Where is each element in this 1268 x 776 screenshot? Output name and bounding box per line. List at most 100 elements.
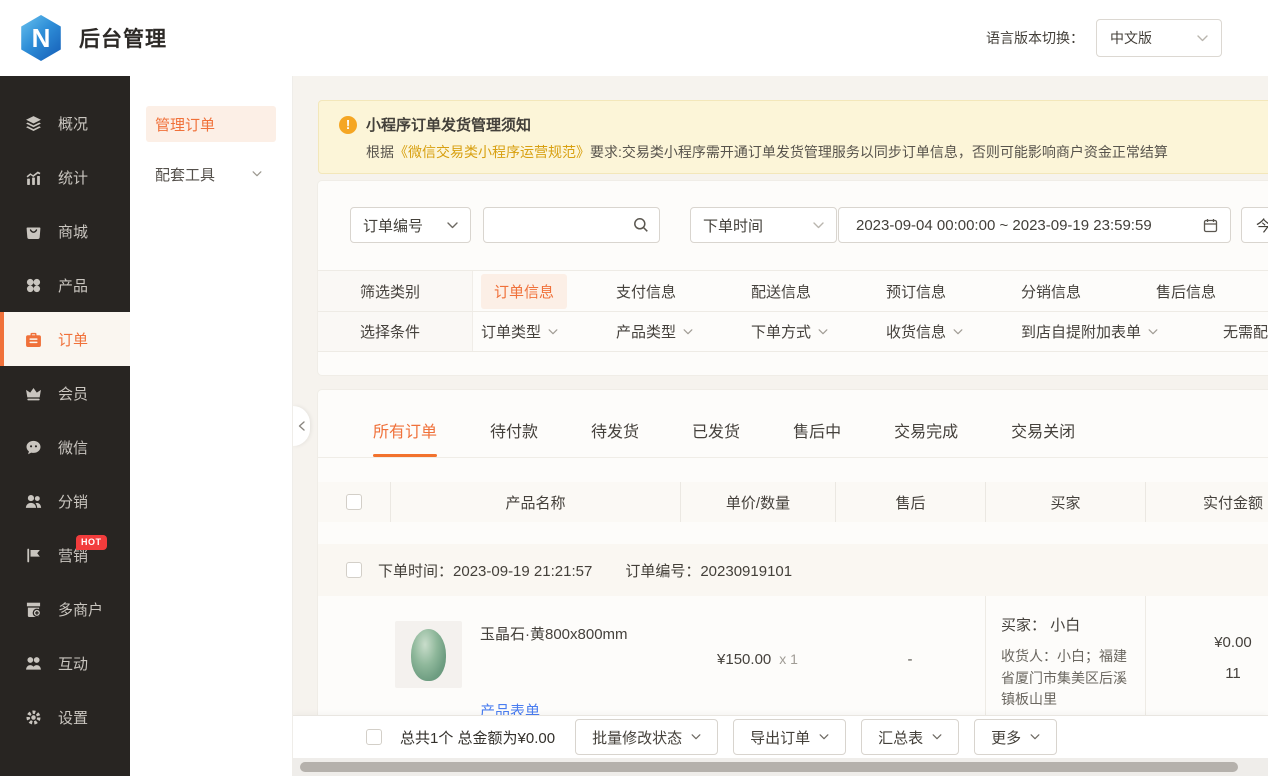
tab-pending-payment[interactable]: 待付款 <box>490 408 538 457</box>
sidebar-item-mall[interactable]: 商城 <box>0 204 130 258</box>
sidebar-collapse-handle[interactable] <box>293 406 310 446</box>
sidebar-item-distribution[interactable]: 分销 <box>0 474 130 528</box>
tab-pending-shipment[interactable]: 待发货 <box>591 408 639 457</box>
sidebar-item-product[interactable]: 产品 <box>0 258 130 312</box>
condition-product-type[interactable]: 产品类型 <box>616 321 693 342</box>
chevron-down-icon <box>1197 35 1208 42</box>
batch-status-button[interactable]: 批量修改状态 <box>575 719 718 755</box>
tab-all-orders[interactable]: 所有订单 <box>373 408 437 457</box>
column-product-name: 产品名称 <box>390 482 680 522</box>
category-delivery-info[interactable]: 配送信息 <box>751 281 811 302</box>
category-booking-info[interactable]: 预订信息 <box>886 281 946 302</box>
language-select-value: 中文版 <box>1110 28 1152 48</box>
product-image[interactable] <box>395 621 462 688</box>
paid-secondary: 11 <box>1146 665 1268 682</box>
sidebar-item-member[interactable]: 会员 <box>0 366 130 420</box>
filter-category-label: 筛选类别 <box>318 271 473 311</box>
tab-closed[interactable]: 交易关闭 <box>1011 408 1075 457</box>
main-content: ! 小程序订单发货管理须知 根据《微信交易类小程序运营规范》要求:交易类小程序需… <box>293 76 1268 776</box>
unit-price: ¥150.00 <box>717 651 771 668</box>
language-select[interactable]: 中文版 <box>1096 19 1222 57</box>
app-root: N 后台管理 语言版本切换： 中文版 概况 统计 商城 产品 <box>0 0 1268 776</box>
column-buyer: 买家 <box>985 482 1145 522</box>
sidebar-item-settings[interactable]: 设置 <box>0 690 130 744</box>
order-number: 订单编号：20230919101 <box>625 560 792 581</box>
sidebar-item-orders[interactable]: 订单 <box>0 312 130 366</box>
horizontal-scrollbar[interactable] <box>293 758 1268 776</box>
sidebar-item-overview[interactable]: 概况 <box>0 96 130 150</box>
category-aftersale-info[interactable]: 售后信息 <box>1156 281 1216 302</box>
search-toolbar: 订单编号 下单时间 2023-09-04 00:00:00 ~ 2023-09-… <box>318 181 1268 243</box>
table-header: 产品名称 单价/数量 售后 买家 实付金额 <box>318 482 1268 522</box>
sidebar-item-label: 微信 <box>58 437 88 458</box>
condition-no-delivery[interactable]: 无需配送 <box>1223 321 1268 342</box>
category-distribution-info[interactable]: 分销信息 <box>1021 281 1081 302</box>
buyer-label: 买家： <box>1001 617 1046 634</box>
column-unit-price-qty: 单价/数量 <box>680 482 835 522</box>
search-type-select[interactable]: 订单编号 <box>350 207 471 243</box>
buyer-name: 小白 <box>1050 617 1080 634</box>
sidebar-item-label: 分销 <box>58 491 88 512</box>
order-meta-row: 下单时间：2023-09-19 21:21:57 订单编号：2023091910… <box>318 544 1268 596</box>
sidebar-item-label: 会员 <box>58 383 88 404</box>
search-input-wrap <box>483 207 660 243</box>
sidebar-item-label: 统计 <box>58 167 88 188</box>
chevron-down-icon <box>818 329 828 335</box>
group-icon <box>25 655 42 672</box>
clover-icon <box>25 277 42 294</box>
scrollbar-thumb[interactable] <box>300 762 1238 772</box>
condition-order-type[interactable]: 订单类型 <box>481 321 558 342</box>
sidebar-item-label: 订单 <box>58 329 88 350</box>
tab-shipped[interactable]: 已发货 <box>692 408 740 457</box>
select-all-checkbox[interactable] <box>346 494 362 510</box>
category-order-info[interactable]: 订单信息 <box>481 274 567 309</box>
condition-receiver-info[interactable]: 收货信息 <box>886 321 963 342</box>
notice-spec-link[interactable]: 《微信交易类小程序运营规范》 <box>394 144 590 160</box>
notice-body-suffix: 要求:交易类小程序需开通订单发货管理服务以同步订单信息，否则可能影响商户资金正常… <box>590 144 1168 160</box>
chevron-down-icon <box>1148 329 1158 335</box>
tab-completed[interactable]: 交易完成 <box>894 408 958 457</box>
today-quick-button[interactable]: 今 <box>1241 207 1268 243</box>
stats-icon <box>25 169 42 186</box>
crown-icon <box>25 385 42 402</box>
wechat-icon <box>25 439 42 456</box>
quantity: x 1 <box>779 651 798 667</box>
jade-pendant-image <box>411 629 446 681</box>
calendar-icon <box>1203 218 1218 237</box>
chevron-down-icon <box>691 734 701 740</box>
layers-icon <box>25 115 42 132</box>
summary-table-button[interactable]: 汇总表 <box>861 719 959 755</box>
order-row-checkbox[interactable] <box>346 562 362 578</box>
language-label: 语言版本切换： <box>986 28 1084 48</box>
sidebar-item-interaction[interactable]: 互动 <box>0 636 130 690</box>
search-icon[interactable] <box>633 217 649 238</box>
sidebar-item-stats[interactable]: 统计 <box>0 150 130 204</box>
condition-order-method[interactable]: 下单方式 <box>751 321 828 342</box>
page-title: 后台管理 <box>79 23 167 53</box>
filter-card: 订单编号 下单时间 2023-09-04 00:00:00 ~ 2023-09-… <box>318 181 1268 375</box>
date-range-value: 2023-09-04 00:00:00 ~ 2023-09-19 23:59:5… <box>856 217 1152 234</box>
sidebar-item-multimerchant[interactable]: 多商户 <box>0 582 130 636</box>
sidebar-item-label: 设置 <box>58 707 88 728</box>
export-orders-button[interactable]: 导出订单 <box>733 719 846 755</box>
filter-category-row: 筛选类别 订单信息 支付信息 配送信息 预订信息 分销信息 售后信息 <box>318 271 1268 311</box>
sidebar-item-wechat[interactable]: 微信 <box>0 420 130 474</box>
submenu-item-manage-orders[interactable]: 管理订单 <box>146 106 276 142</box>
notice-body-prefix: 根据 <box>366 144 394 160</box>
chevron-down-icon <box>819 734 829 740</box>
order-time: 下单时间：2023-09-19 21:21:57 <box>378 560 592 581</box>
orders-submenu: 管理订单 配套工具 <box>130 76 293 776</box>
category-payment-info[interactable]: 支付信息 <box>616 281 676 302</box>
more-actions-button[interactable]: 更多 <box>974 719 1057 755</box>
submenu-item-tools[interactable]: 配套工具 <box>146 156 276 192</box>
footer-select-all-checkbox[interactable] <box>366 729 382 745</box>
time-type-select[interactable]: 下单时间 <box>690 207 837 243</box>
date-range-input[interactable]: 2023-09-04 00:00:00 ~ 2023-09-19 23:59:5… <box>838 207 1231 243</box>
people-icon <box>25 493 42 510</box>
tab-aftersale[interactable]: 售后中 <box>793 408 841 457</box>
condition-pickup-form[interactable]: 到店自提附加表单 <box>1021 321 1158 342</box>
notice-title: 小程序订单发货管理须知 <box>366 114 531 135</box>
sidebar-item-marketing[interactable]: 营销 HOT <box>0 528 130 582</box>
main-sidebar: 概况 统计 商城 产品 订单 会员 微信 分销 <box>0 76 130 776</box>
chevron-down-icon <box>1030 734 1040 740</box>
